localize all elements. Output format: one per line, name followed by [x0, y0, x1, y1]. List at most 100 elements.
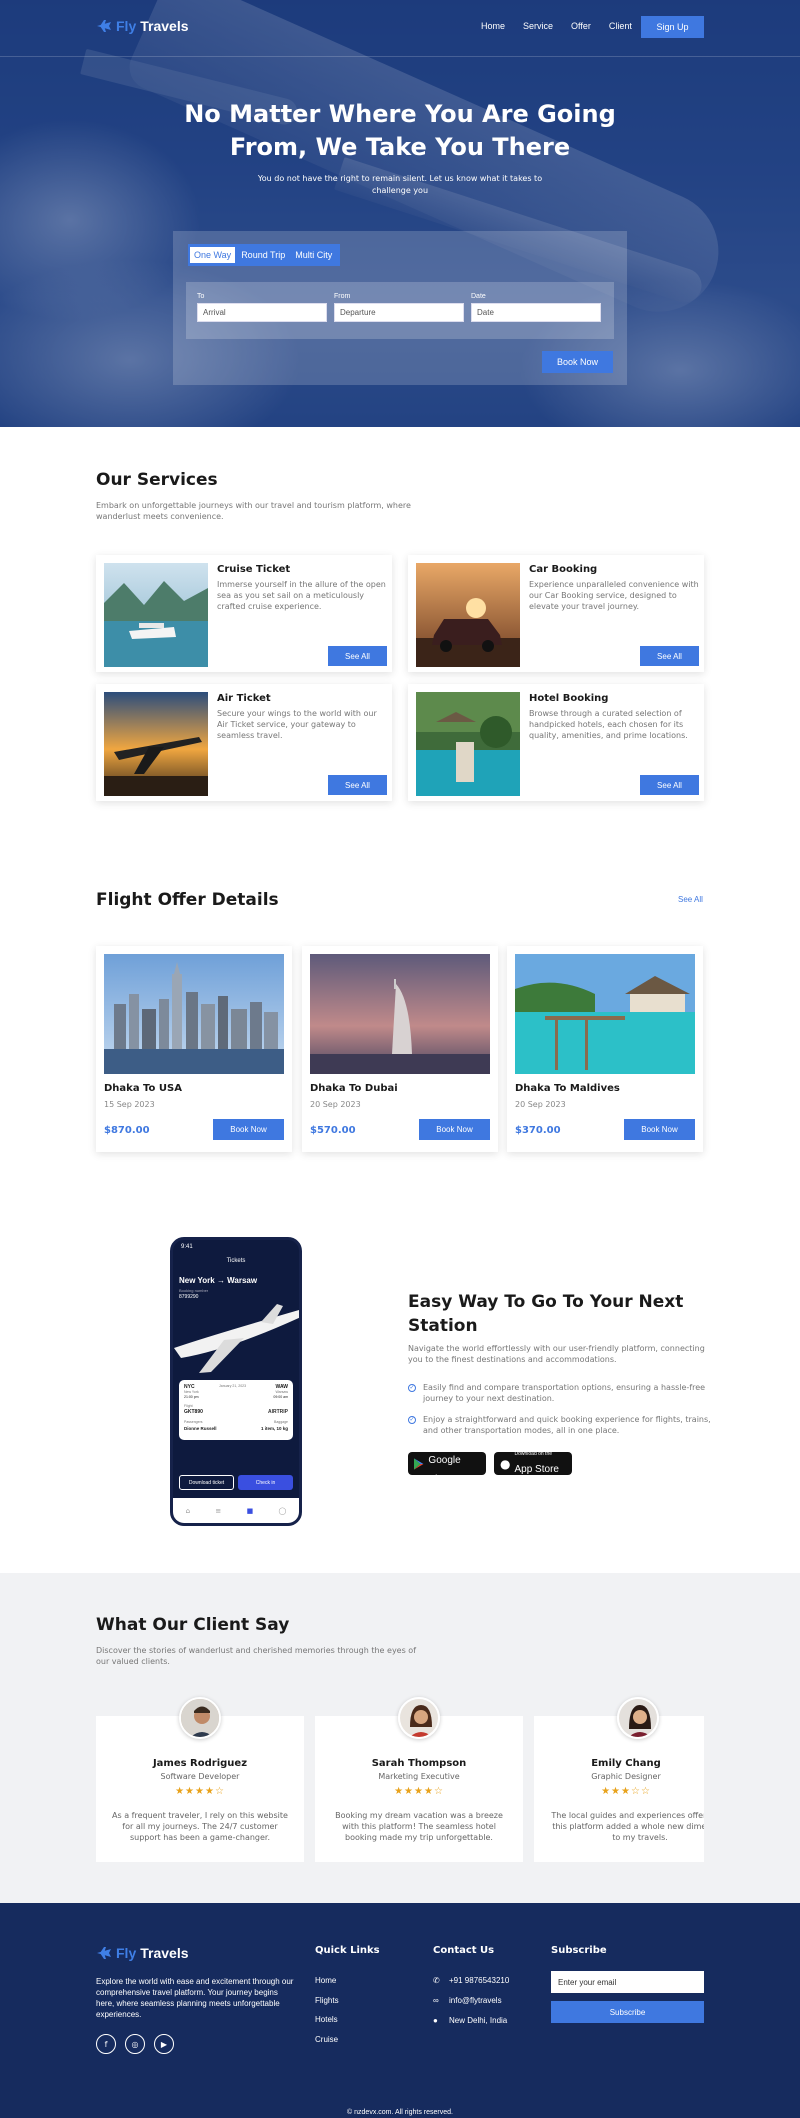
tab-multi-city[interactable]: Multi City: [291, 247, 336, 263]
footer: Fly Travels Explore the world with ease a…: [0, 1903, 800, 2118]
instagram-icon[interactable]: ◎: [125, 2034, 145, 2054]
contact-title: Contact Us: [433, 1945, 495, 1956]
footer-brand-logo[interactable]: Fly Travels: [96, 1945, 189, 1961]
download-ticket-button[interactable]: Download ticket: [179, 1475, 234, 1490]
email-input[interactable]: Enter your email: [551, 1971, 704, 1993]
plane-logo-icon: [97, 1947, 111, 1959]
avatar: [179, 1697, 221, 1739]
see-all-button[interactable]: See All: [640, 775, 699, 795]
hero-subtitle: You do not have the right to remain sile…: [250, 173, 550, 197]
cruise-ship-image: [104, 563, 208, 667]
home-icon[interactable]: ⌂: [186, 1507, 190, 1515]
testimonials-subtitle-line1: Discover the stories of wanderlust and c…: [96, 1646, 417, 1655]
arrival-input[interactable]: Arrival: [197, 303, 327, 322]
quick-links-title: Quick Links: [315, 1945, 380, 1956]
google-play-badge[interactable]: GET IT ON Google Play: [408, 1442, 486, 1485]
offer-price: $870.00: [104, 1125, 150, 1136]
see-all-button[interactable]: See All: [328, 646, 387, 666]
app-feature-1: Easily find and compare transportation o…: [423, 1382, 723, 1404]
contact-phone[interactable]: +91 9876543210: [449, 1976, 509, 1985]
signup-button[interactable]: Sign Up: [641, 16, 704, 38]
check-in-button[interactable]: Check in: [238, 1475, 293, 1490]
service-description: Secure your wings to the world with our …: [217, 709, 377, 740]
check-circle-icon: ✓: [408, 1416, 416, 1424]
feature-1-line2: journey to your next destination.: [423, 1394, 555, 1403]
brand-name-fly: Fly: [116, 1945, 137, 1961]
to-field-group: To Arrival: [197, 293, 327, 322]
footer-link-home[interactable]: Home: [315, 1976, 336, 1985]
hero-title-line2: From, We Take You There: [229, 133, 571, 161]
feature-1-line1: Easily find and compare transportation o…: [423, 1383, 706, 1392]
services-subtitle-line2: wanderlust meets convenience.: [96, 512, 224, 521]
footer-link-flights[interactable]: Flights: [315, 1996, 339, 2005]
check-circle-icon: ✓: [408, 1384, 416, 1392]
app-store-badge[interactable]: ● Download on the App Store: [494, 1451, 572, 1475]
phone-tab-bar: ⌂ ≡ ■ ◯: [173, 1498, 299, 1523]
from-time: 21:00 pm: [184, 1395, 199, 1399]
plane-logo-icon: [97, 20, 111, 32]
tab-round-trip[interactable]: Round Trip: [237, 247, 289, 263]
avatar: [398, 1697, 440, 1739]
client-role: Software Developer: [160, 1772, 240, 1781]
youtube-icon[interactable]: ▶: [154, 2034, 174, 2054]
copyright: © nzdevx.com. All rights reserved.: [347, 2109, 453, 2116]
see-all-button[interactable]: See All: [328, 775, 387, 795]
ticket-icon[interactable]: ■: [247, 1507, 254, 1515]
service-description: Experience unparalleled convenience with…: [529, 580, 699, 611]
date-input[interactable]: Date: [471, 303, 601, 322]
offers-see-all-link[interactable]: See All: [678, 895, 703, 904]
google-play-big-text: Google Play: [428, 1454, 461, 1485]
google-play-text: GET IT ON Google Play: [428, 1442, 480, 1486]
offers-title: Flight Offer Details: [96, 890, 279, 910]
book-now-button[interactable]: Book Now: [542, 351, 613, 373]
see-all-button[interactable]: See All: [640, 646, 699, 666]
offer-card-maldives: Dhaka To Maldives 20 Sep 2023 $370.00 Bo…: [507, 946, 703, 1152]
subscribe-button[interactable]: Subscribe: [551, 2001, 704, 2023]
star-rating: ★★★★☆: [175, 1786, 225, 1797]
star-rating: ★★★☆☆: [601, 1786, 651, 1797]
offer-price: $370.00: [515, 1125, 561, 1136]
app-store-big-text: App Store: [514, 1464, 559, 1475]
app-title-line1: Easy Way To Go To Your Next: [408, 1292, 684, 1312]
offer-card-dubai: Dhaka To Dubai 20 Sep 2023 $570.00 Book …: [302, 946, 498, 1152]
list-icon[interactable]: ≡: [215, 1507, 221, 1515]
contact-email[interactable]: info@flytravels: [449, 1996, 502, 2005]
offer-card-usa: Dhaka To USA 15 Sep 2023 $870.00 Book No…: [96, 946, 292, 1152]
profile-icon[interactable]: ◯: [278, 1507, 286, 1515]
flight-label: Flight: [184, 1404, 193, 1408]
brand-name-travels: Travels: [140, 1945, 189, 1961]
phone-booking-label: Booking number: [179, 1288, 209, 1293]
trip-type-tabs: One Way Round Trip Multi City: [188, 244, 341, 266]
book-now-button[interactable]: Book Now: [419, 1119, 490, 1140]
location-icon: ●: [433, 2016, 438, 2025]
hero-title: No Matter Where You Are Going From, We T…: [0, 98, 800, 164]
from-label: From: [334, 293, 351, 300]
flight-search-panel: One Way Round Trip Multi City To Arrival…: [173, 231, 627, 385]
to-time: 09:00 am: [273, 1395, 288, 1399]
phone-airplane-graphic: [174, 1304, 299, 1373]
passenger-label: Passengers: [184, 1420, 203, 1424]
nav-item-service[interactable]: Service: [523, 21, 553, 31]
app-feature-2: Enjoy a straightforward and quick bookin…: [423, 1414, 723, 1436]
to-label: To: [197, 293, 205, 300]
tab-one-way[interactable]: One Way: [190, 247, 236, 263]
service-description: Immerse yourself in the allure of the op…: [217, 580, 386, 611]
footer-link-cruise[interactable]: Cruise: [315, 2035, 338, 2044]
facebook-icon[interactable]: f: [96, 2034, 116, 2054]
offer-title: Dhaka To Dubai: [310, 1083, 398, 1094]
client-role: Graphic Designer: [591, 1772, 661, 1781]
book-now-button[interactable]: Book Now: [213, 1119, 284, 1140]
star-rating: ★★★★☆: [394, 1786, 444, 1797]
footer-link-hotels[interactable]: Hotels: [315, 2015, 338, 2024]
date-field-group: Date Date: [471, 293, 601, 322]
departure-input[interactable]: Departure: [334, 303, 464, 322]
nav-item-client[interactable]: Client: [609, 21, 632, 31]
nav-item-offer[interactable]: Offer: [571, 21, 591, 31]
nav-item-home[interactable]: Home: [481, 21, 505, 31]
app-desc-line1: Navigate the world effortlessly with our…: [408, 1344, 705, 1353]
service-card-cruise: Cruise Ticket Immerse yourself in the al…: [96, 555, 392, 672]
book-now-button[interactable]: Book Now: [624, 1119, 695, 1140]
airline-name: AIRTRIP: [268, 1409, 288, 1415]
brand-logo[interactable]: Fly Travels: [96, 18, 189, 34]
service-card-hotel: Hotel Booking Browse through a curated s…: [408, 684, 704, 801]
